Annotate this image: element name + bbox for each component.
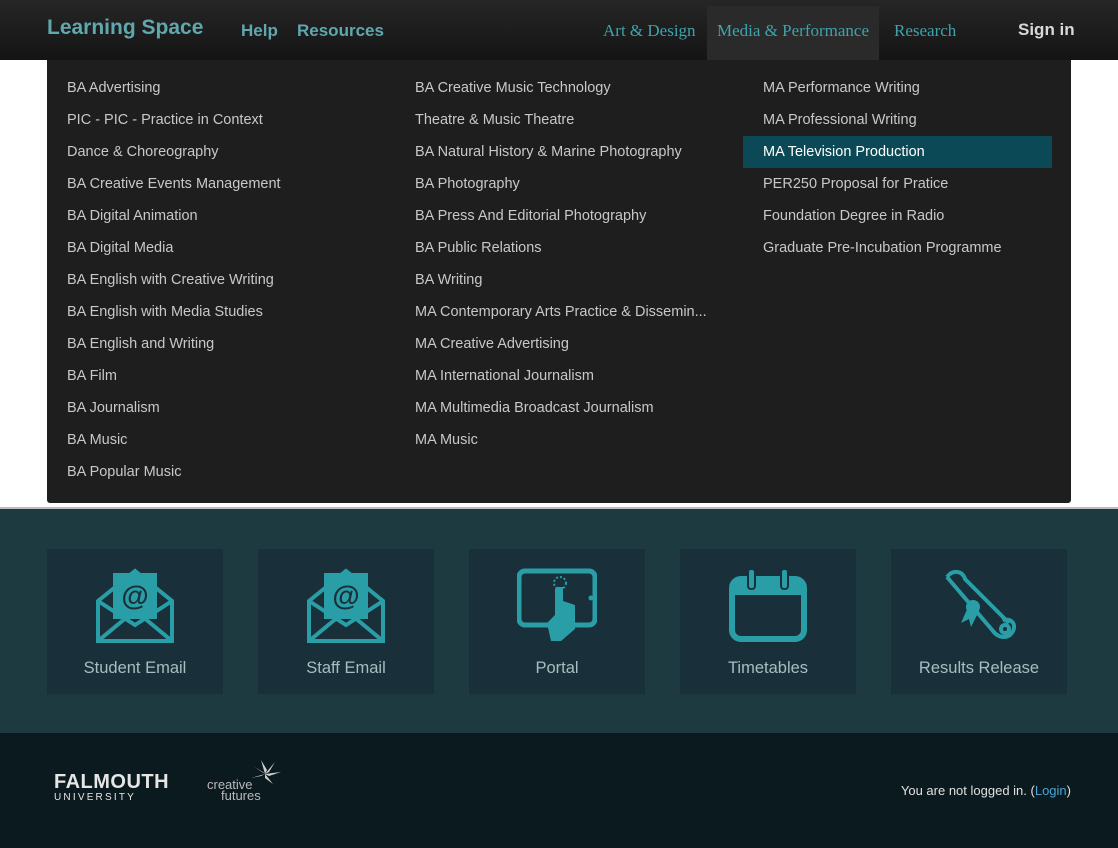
menu-item[interactable]: PIC - PIC - Practice in Context	[47, 104, 281, 136]
menu-item[interactable]: BA Popular Music	[47, 456, 281, 488]
menu-item[interactable]: BA Digital Animation	[47, 200, 281, 232]
menu-item[interactable]: Graduate Pre-Incubation Programme	[743, 232, 1052, 264]
quicklink-timetables[interactable]: Timetables	[680, 549, 856, 694]
menu-item[interactable]: MA International Journalism	[395, 360, 707, 392]
quicklink-label: Student Email	[83, 659, 187, 677]
menu-item[interactable]: PER250 Proposal for Pratice	[743, 168, 1052, 200]
email-icon: @	[96, 568, 174, 643]
menu-item[interactable]: MA Music	[395, 424, 707, 456]
site-brand[interactable]: Learning Space	[47, 16, 203, 40]
login-link[interactable]: Login	[1035, 783, 1067, 798]
nav-resources[interactable]: Resources	[297, 21, 384, 41]
menu-item[interactable]: BA Public Relations	[395, 232, 707, 264]
partner-line-2: futures	[221, 788, 261, 803]
menu-item[interactable]: BA Writing	[395, 264, 707, 296]
menu-item[interactable]: BA Digital Media	[47, 232, 281, 264]
menu-item[interactable]: Foundation Degree in Radio	[743, 200, 1052, 232]
menu-item[interactable]: BA English and Writing	[47, 328, 281, 360]
logo-main-text: FALMOUTH	[54, 771, 170, 793]
menu-item[interactable]: MA Television Production	[743, 136, 1052, 168]
menu-item[interactable]: Theatre & Music Theatre	[395, 104, 707, 136]
menu-column: MA Performance Writing MA Professional Wr…	[743, 72, 1052, 264]
menu-item[interactable]: BA Journalism	[47, 392, 281, 424]
nav-help[interactable]: Help	[241, 21, 278, 41]
svg-text:@: @	[332, 580, 359, 611]
tablet-touch-icon	[517, 568, 597, 641]
menu-item[interactable]: BA Creative Events Management	[47, 168, 281, 200]
menu-column: BA Advertising PIC - PIC - Practice in Co…	[47, 72, 281, 488]
menu-item[interactable]: BA Music	[47, 424, 281, 456]
falmouth-logo[interactable]: FALMOUTH UNIVERSITY	[54, 771, 169, 803]
quicklink-label: Results Release	[918, 659, 1040, 677]
quicklink-results-release[interactable]: Results Release	[891, 549, 1067, 694]
tab-media-performance[interactable]: Media & Performance	[707, 6, 879, 60]
menu-item[interactable]: BA English with Media Studies	[47, 296, 281, 328]
courses-dropdown: BA Advertising PIC - PIC - Practice in Co…	[47, 60, 1071, 503]
menu-item[interactable]: BA Press And Editorial Photography	[395, 200, 707, 232]
svg-text:@: @	[121, 580, 148, 611]
tab-art-design[interactable]: Art & Design	[593, 6, 706, 60]
quicklink-student-email[interactable]: @ Student Email	[47, 549, 223, 694]
quicklink-portal[interactable]: Portal	[469, 549, 645, 694]
menu-item[interactable]: BA Creative Music Technology	[395, 72, 707, 104]
menu-item[interactable]: BA Photography	[395, 168, 707, 200]
menu-column: BA Creative Music Technology Theatre & Mu…	[395, 72, 707, 456]
menu-item[interactable]: Dance & Choreography	[47, 136, 281, 168]
quicklink-label: Staff Email	[306, 659, 386, 677]
quicklink-label: Timetables	[727, 659, 809, 677]
diploma-scroll-icon	[945, 570, 1016, 639]
page-footer: FALMOUTH UNIVERSITY creative futures You…	[0, 733, 1118, 848]
top-navbar: Learning Space Help Resources Art & Desi…	[0, 0, 1118, 60]
calendar-icon	[729, 568, 807, 642]
creative-futures-logo[interactable]: creative futures	[207, 758, 287, 806]
menu-item[interactable]: BA Natural History & Marine Photography	[395, 136, 707, 168]
quicklink-label: Portal	[535, 659, 579, 677]
quicklinks-band: @ Student Email @ Staff Email Portal Tim…	[0, 507, 1118, 733]
signin-link[interactable]: Sign in	[1018, 20, 1075, 40]
menu-item[interactable]: BA Film	[47, 360, 281, 392]
login-suffix: )	[1066, 783, 1071, 798]
menu-item[interactable]: BA Advertising	[47, 72, 281, 104]
menu-item[interactable]: MA Professional Writing	[743, 104, 1052, 136]
menu-item[interactable]: BA English with Creative Writing	[47, 264, 281, 296]
email-icon: @	[307, 568, 385, 643]
menu-item[interactable]: MA Multimedia Broadcast Journalism	[395, 392, 707, 424]
login-status: You are not logged in. (Login)	[901, 783, 1071, 798]
menu-item[interactable]: MA Performance Writing	[743, 72, 1052, 104]
menu-item[interactable]: MA Contemporary Arts Practice & Dissemin…	[395, 296, 707, 328]
menu-item[interactable]: MA Creative Advertising	[395, 328, 707, 360]
login-prefix: You are not logged in. (	[900, 783, 1035, 798]
tab-research[interactable]: Research	[884, 6, 966, 60]
quicklink-staff-email[interactable]: @ Staff Email	[258, 549, 434, 694]
